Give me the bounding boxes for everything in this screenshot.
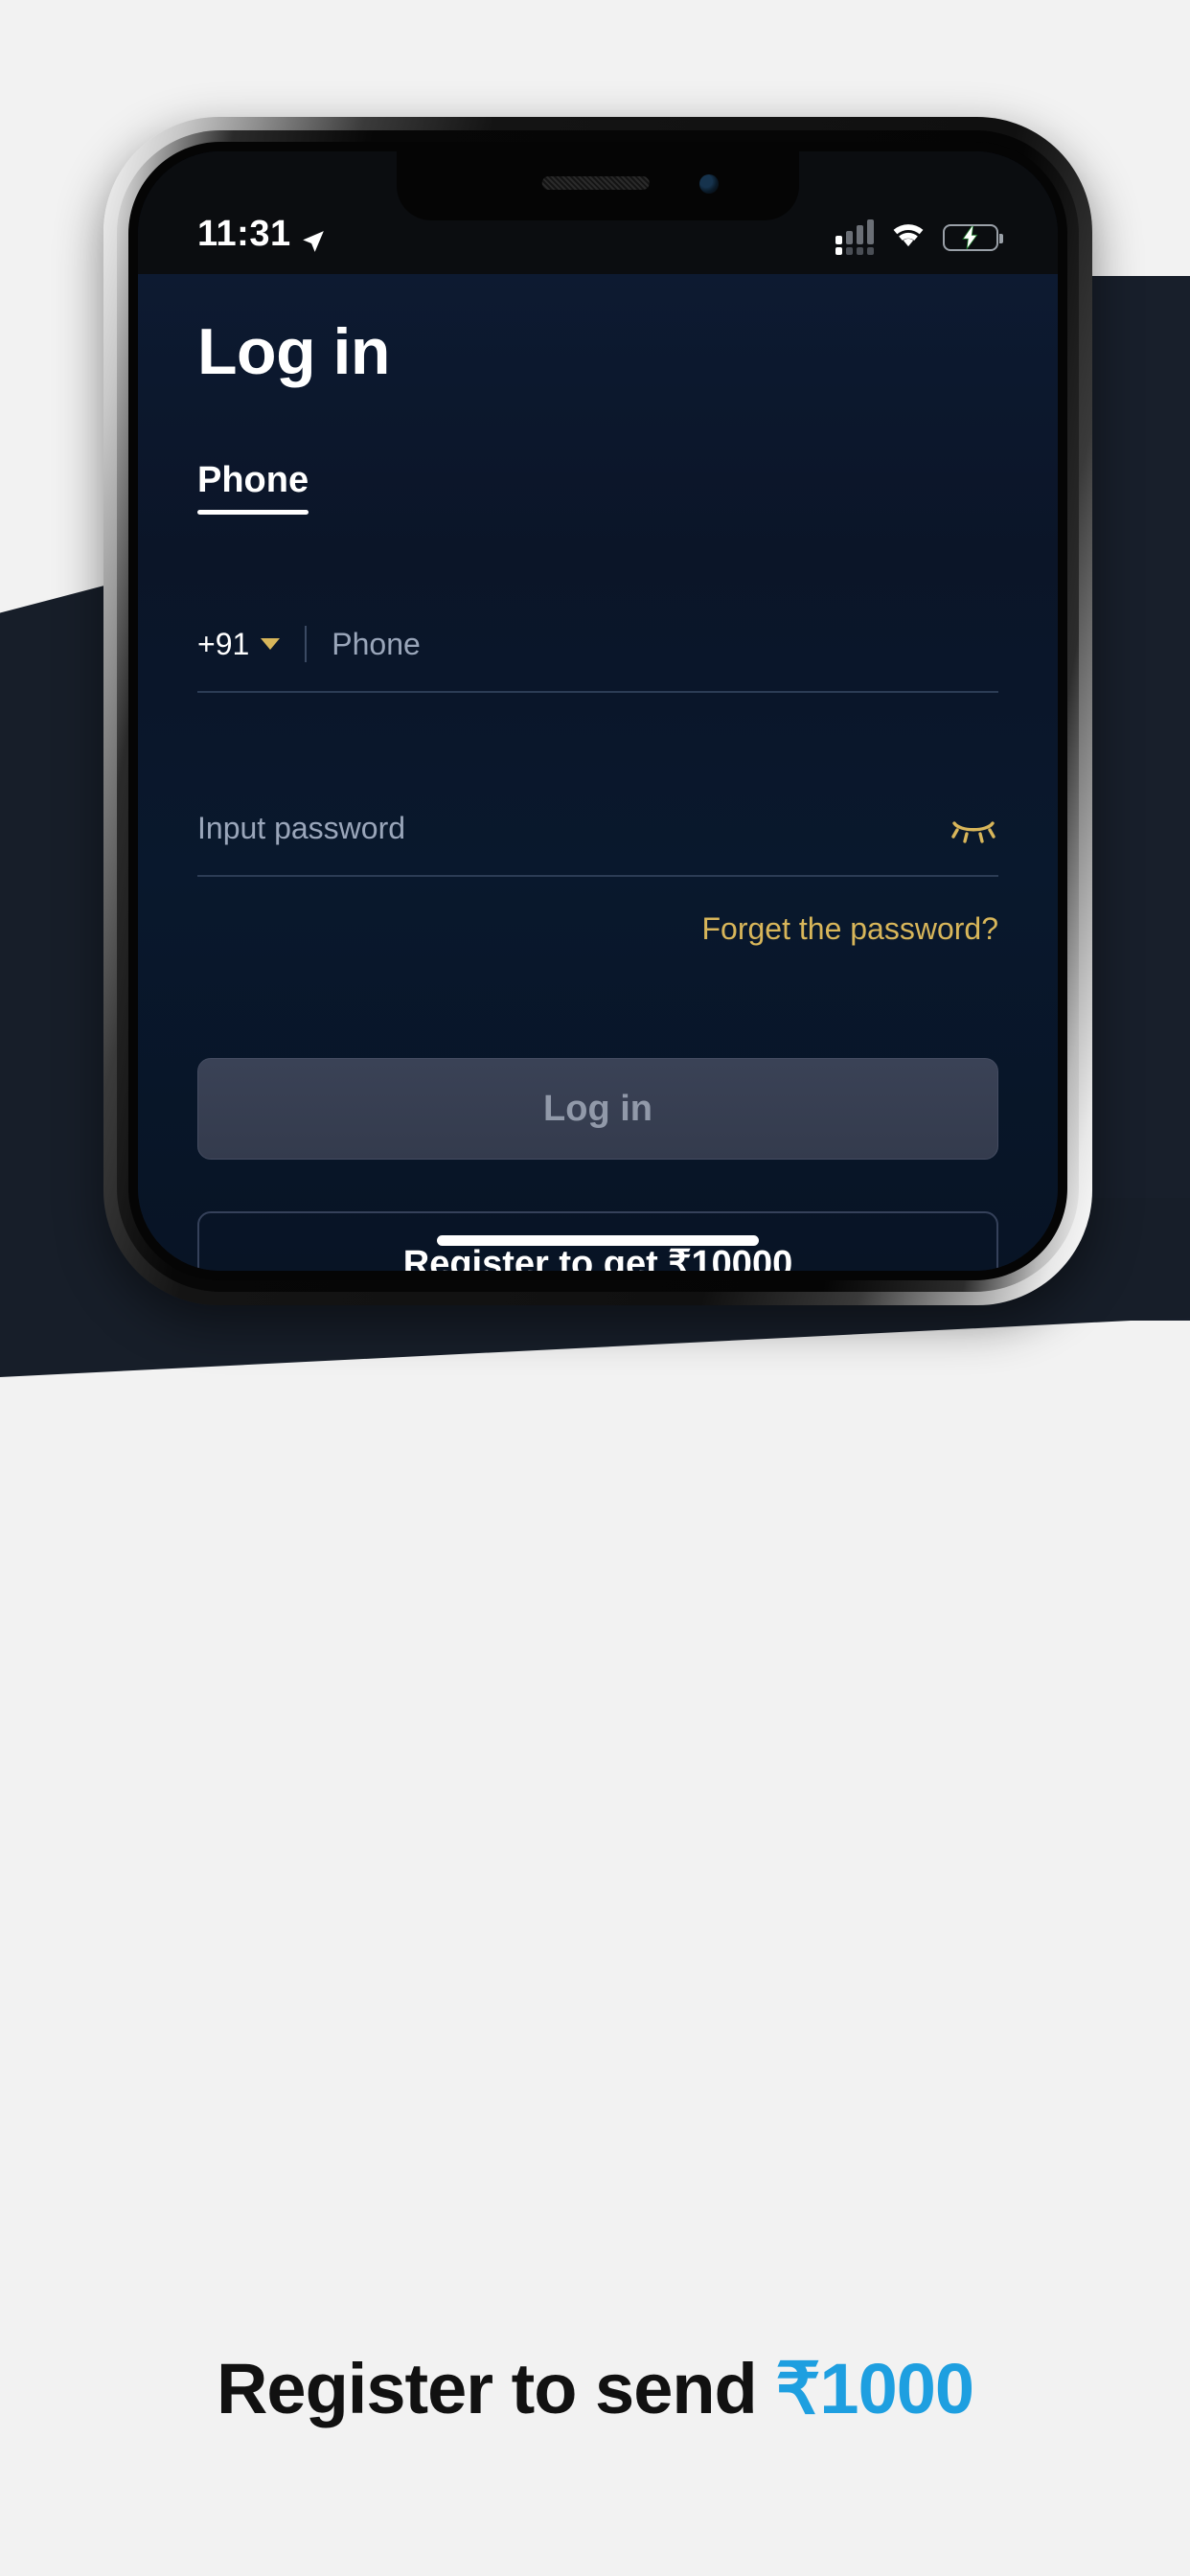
phone-input[interactable]: Phone xyxy=(332,627,421,662)
status-bar: 11:31 xyxy=(138,151,1058,274)
wifi-icon xyxy=(889,219,927,255)
front-camera xyxy=(699,174,719,194)
tab-bar: Phone xyxy=(138,389,1058,515)
status-icons xyxy=(835,219,1003,255)
promo-caption: Register to send ₹1000 xyxy=(0,2348,1190,2430)
phone-input-row[interactable]: +91 Phone xyxy=(197,555,998,693)
location-arrow-icon xyxy=(301,222,326,252)
forgot-password-link[interactable]: Forget the password? xyxy=(702,911,999,946)
home-indicator[interactable] xyxy=(437,1235,759,1246)
notch xyxy=(397,151,799,220)
phone-device-frame: 11:31 Log in Phone +91 Phone Input passw… xyxy=(103,117,1092,1305)
promo-caption-amount: ₹1000 xyxy=(775,2349,974,2428)
country-code-value[interactable]: +91 xyxy=(197,627,249,662)
field-divider xyxy=(305,626,308,662)
status-time: 11:31 xyxy=(197,214,291,254)
login-screen: Log in Phone +91 Phone Input password Fo… xyxy=(138,274,1058,1271)
status-clock: 11:31 xyxy=(197,214,326,255)
promo-caption-text: Register to send xyxy=(216,2349,776,2428)
password-input-row[interactable]: Input password xyxy=(197,739,998,877)
chevron-down-icon[interactable] xyxy=(261,638,281,650)
cellular-signal-icon xyxy=(835,219,874,255)
forgot-password-row: Forget the password? xyxy=(138,877,1058,947)
tab-phone-label: Phone xyxy=(197,460,309,500)
eye-closed-icon[interactable] xyxy=(949,812,998,844)
phone-screen: 11:31 Log in Phone +91 Phone Input passw… xyxy=(138,151,1058,1271)
earpiece-speaker xyxy=(541,176,650,190)
password-input[interactable]: Input password xyxy=(197,811,405,846)
tab-active-indicator xyxy=(197,510,309,515)
login-button[interactable]: Log in xyxy=(197,1058,998,1160)
page-title: Log in xyxy=(197,315,390,388)
tab-phone[interactable]: Phone xyxy=(197,460,309,515)
battery-charging-icon xyxy=(943,223,1003,251)
